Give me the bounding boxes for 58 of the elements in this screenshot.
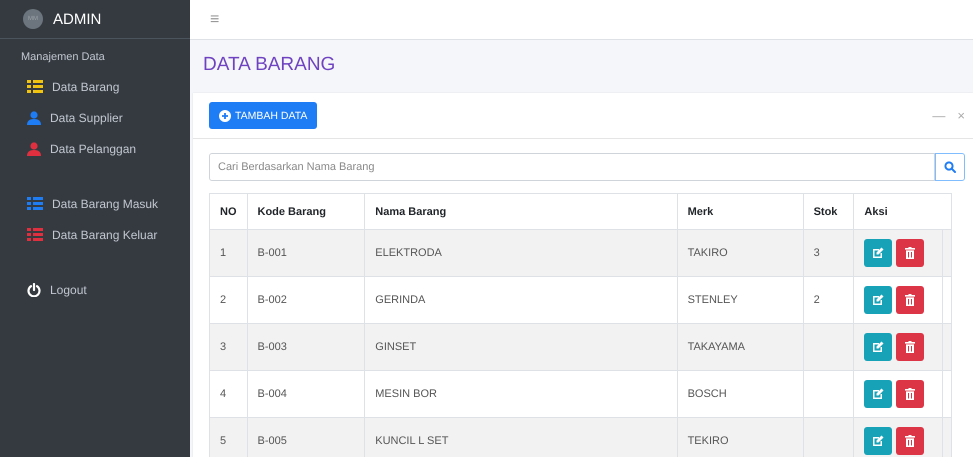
table-cell: 2 [220,294,226,306]
table-cell: BOSCH [688,388,727,400]
trash-icon [905,435,916,447]
add-button[interactable]: TAMBAH DATA [209,102,318,129]
trash-icon [905,294,916,306]
edit-icon [872,247,884,259]
table-cell: 4 [220,388,226,400]
table-cell: STENLEY [688,294,738,306]
sidebar-item[interactable]: Data Pelanggan [0,133,190,164]
edit-icon [872,435,884,447]
table-cell: 3 [814,247,820,259]
delete-button[interactable] [896,427,924,455]
table-cell: 5 [220,435,226,447]
table-cell: B-001 [258,247,287,259]
table-cell: KUNCIL L SET [375,435,448,447]
edit-button[interactable] [864,333,892,361]
search-field[interactable]: Cari Berdasarkan Nama Barang [209,153,935,181]
table-cell: GINSET [375,341,416,353]
table-cell: TEKIRO [688,435,729,447]
edit-button[interactable] [864,380,892,408]
column-header: NO [210,194,247,230]
table-cell: 2 [814,294,820,306]
edit-icon [872,341,884,353]
sidebar-item[interactable]: Logout [0,274,190,305]
edit-icon [872,294,884,306]
delete-button[interactable] [896,333,924,361]
sidebar-item[interactable]: Data Supplier [0,102,190,133]
trash-icon [905,388,916,400]
edit-button[interactable] [864,239,892,267]
search-icon [944,161,956,173]
sidebar-item[interactable]: Data Barang Masuk [0,188,190,219]
sidebar-item[interactable]: Data Barang [0,71,190,102]
table-cell: TAKAYAMA [688,341,746,353]
table-cell: B-005 [258,435,287,447]
delete-button[interactable] [896,380,924,408]
table-cell: 3 [220,341,226,353]
trash-icon [905,247,916,259]
section-heading: Manajemen Data [20,51,106,65]
brand-title: ADMIN [53,10,102,28]
table-cell: 1 [220,247,226,259]
plus-circle-icon [219,110,231,122]
table-cell: ELEKTRODA [375,247,442,259]
edit-button[interactable] [864,427,892,455]
table-cell: TAKIRO [688,247,728,259]
table-cell: MESIN BOR [375,388,437,400]
delete-button[interactable] [896,286,924,314]
search-button[interactable] [935,153,965,181]
trash-icon [905,341,916,353]
edit-icon [872,388,884,400]
table-cell: B-002 [258,294,287,306]
table-cell: B-003 [258,341,287,353]
column-header: Nama Barang [364,194,678,230]
page-title: DATA BARANG [202,53,336,77]
table-cell: B-004 [258,388,287,400]
edit-button[interactable] [864,286,892,314]
table-cell: GERINDA [375,294,426,306]
sidebar-item[interactable]: Data Barang Keluar [0,219,190,250]
delete-button[interactable] [896,239,924,267]
